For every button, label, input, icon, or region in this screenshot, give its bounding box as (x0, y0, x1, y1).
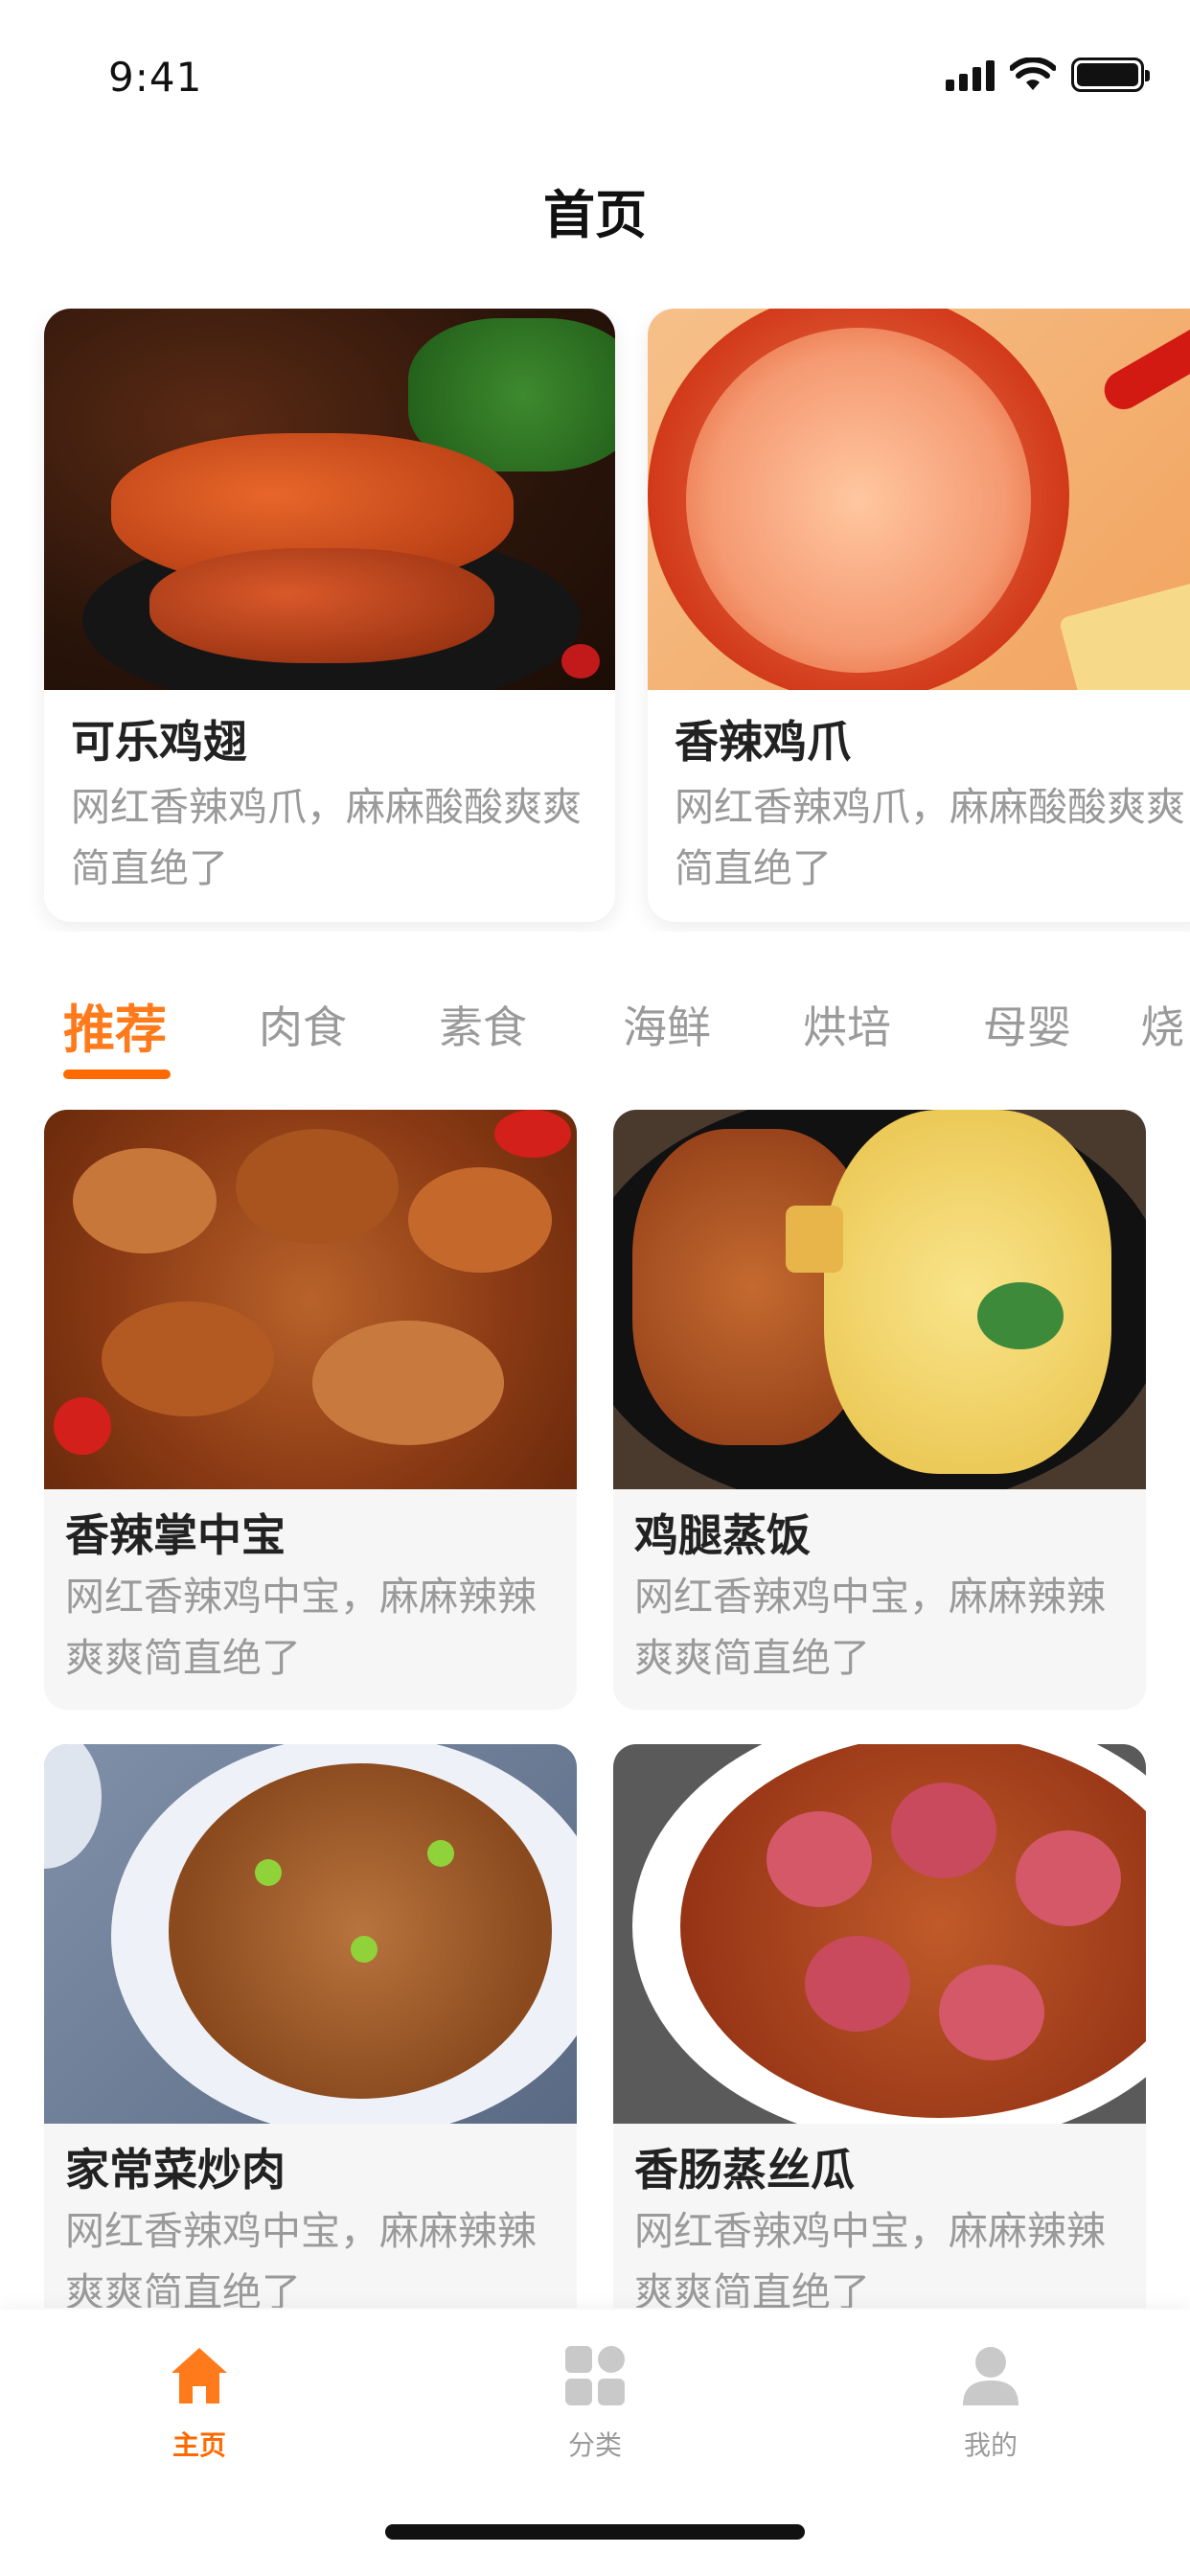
tabbar-item-home[interactable]: 主页 (103, 2329, 295, 2463)
featured-description: 网红香辣鸡爪，麻麻酸酸爽爽简直绝了 (71, 784, 582, 891)
tab-grill[interactable]: 烧 (1140, 993, 1184, 1056)
tab-vegetarian[interactable]: 素食 (439, 993, 527, 1056)
recipe-card[interactable]: 香辣掌中宝 网红香辣鸡中宝，麻麻辣辣爽爽简直绝了 (44, 1110, 577, 1710)
recipe-image (44, 1744, 577, 2124)
page-title: 首页 (543, 185, 647, 245)
featured-carousel[interactable]: 可乐鸡翅 网红香辣鸡爪，麻麻酸酸爽爽简直绝了 香辣鸡爪 网红香辣鸡爪，麻麻酸酸爽… (0, 309, 1190, 932)
tab-baking[interactable]: 烘培 (803, 993, 891, 1056)
active-tab-indicator (63, 1070, 171, 1079)
featured-image-spicy-feet (648, 309, 1190, 690)
status-time: 9:41 (108, 54, 203, 101)
recipe-image (613, 1744, 1146, 2124)
featured-title: 可乐鸡翅 (71, 716, 247, 768)
tabbar-item-profile[interactable]: 我的 (895, 2329, 1087, 2463)
featured-image-cola-wings (44, 309, 615, 690)
category-tabs[interactable]: 推荐 肉食 素食 海鲜 烘培 母婴 烧 (0, 987, 1190, 1083)
recipe-card[interactable]: 家常菜炒肉 网红香辣鸡中宝，麻麻辣辣爽爽简直绝了 (44, 1744, 577, 2308)
recipe-description: 网红香辣鸡中宝，麻麻辣辣爽爽简直绝了 (634, 2208, 1106, 2308)
recipe-title: 香肠蒸丝瓜 (634, 2144, 855, 2196)
recipe-card[interactable]: 鸡腿蒸饭 网红香辣鸡中宝，麻麻辣辣爽爽简直绝了 (613, 1110, 1146, 1710)
tab-meat[interactable]: 肉食 (259, 993, 347, 1056)
tabbar-label: 我的 (963, 2429, 1018, 2461)
recipe-description: 网红香辣鸡中宝，麻麻辣辣爽爽简直绝了 (65, 2208, 537, 2308)
cellular-signal-icon (946, 58, 995, 91)
status-icons (946, 56, 1150, 94)
app-screen: 9:41 首页 可乐鸡翅 网红香辣鸡爪，麻麻酸酸爽爽简直绝了 香辣鸡爪 网红香辣… (0, 0, 1190, 2576)
wifi-icon (1010, 58, 1056, 90)
recipe-title: 家常菜炒肉 (65, 2144, 286, 2196)
tab-seafood[interactable]: 海鲜 (623, 993, 711, 1056)
recipe-title: 鸡腿蒸饭 (634, 1509, 811, 1561)
recipe-description: 网红香辣鸡中宝，麻麻辣辣爽爽简直绝了 (65, 1574, 537, 1681)
battery-icon (1071, 58, 1150, 92)
user-icon (963, 2347, 1018, 2405)
home-icon (172, 2348, 227, 2404)
grid-icon (565, 2346, 625, 2405)
recipe-card[interactable]: 香肠蒸丝瓜 网红香辣鸡中宝，麻麻辣辣爽爽简直绝了 (613, 1744, 1146, 2308)
tab-recommended[interactable]: 推荐 (63, 987, 167, 1063)
featured-title: 香辣鸡爪 (675, 716, 851, 768)
tabbar-label: 主页 (172, 2429, 226, 2461)
featured-card[interactable]: 香辣鸡爪 网红香辣鸡爪，麻麻酸酸爽爽简直绝了 (648, 309, 1190, 922)
tabbar-label: 分类 (567, 2429, 622, 2461)
recipe-image (44, 1110, 577, 1489)
featured-card[interactable]: 可乐鸡翅 网红香辣鸡爪，麻麻酸酸爽爽简直绝了 (44, 309, 615, 922)
featured-description: 网红香辣鸡爪，麻麻酸酸爽爽简直绝了 (675, 784, 1185, 891)
tab-maternal-baby[interactable]: 母婴 (983, 993, 1071, 1056)
recipe-image (613, 1110, 1146, 1489)
tabbar-item-category[interactable]: 分类 (499, 2329, 691, 2463)
status-bar: 9:41 (0, 0, 1190, 134)
home-indicator[interactable] (385, 2524, 805, 2540)
recipe-title: 香辣掌中宝 (65, 1509, 286, 1561)
recipe-description: 网红香辣鸡中宝，麻麻辣辣爽爽简直绝了 (634, 1574, 1106, 1681)
recipe-grid: 香辣掌中宝 网红香辣鸡中宝，麻麻辣辣爽爽简直绝了 鸡腿蒸饭 网红香辣鸡中宝，麻麻… (44, 1110, 1146, 2308)
